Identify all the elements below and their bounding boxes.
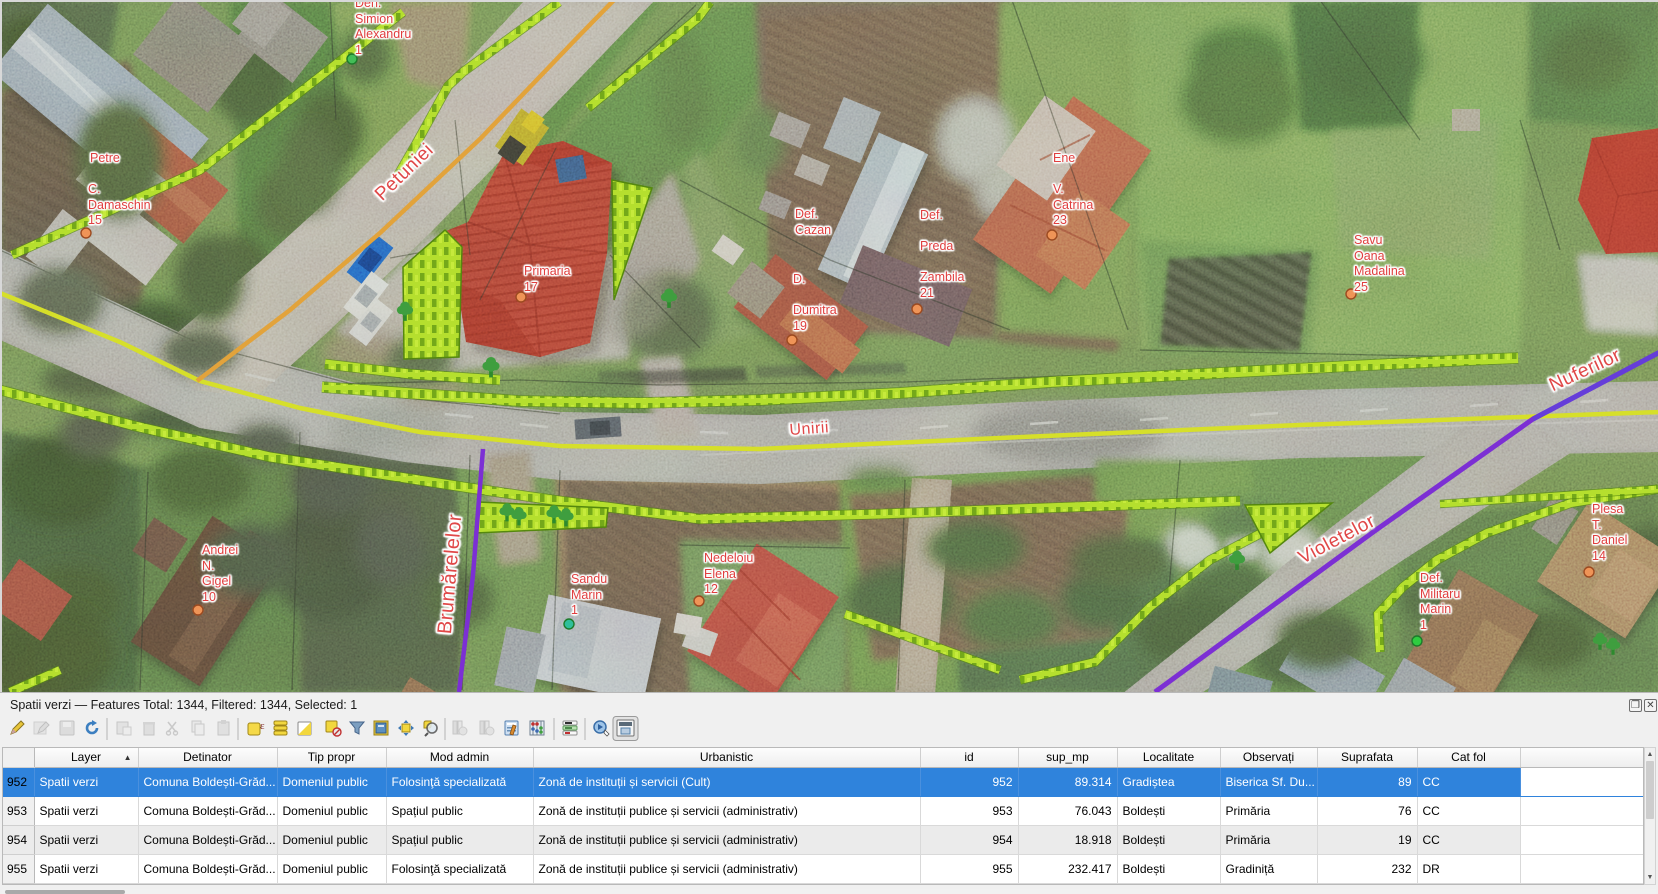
- svg-text:ε: ε: [260, 720, 265, 732]
